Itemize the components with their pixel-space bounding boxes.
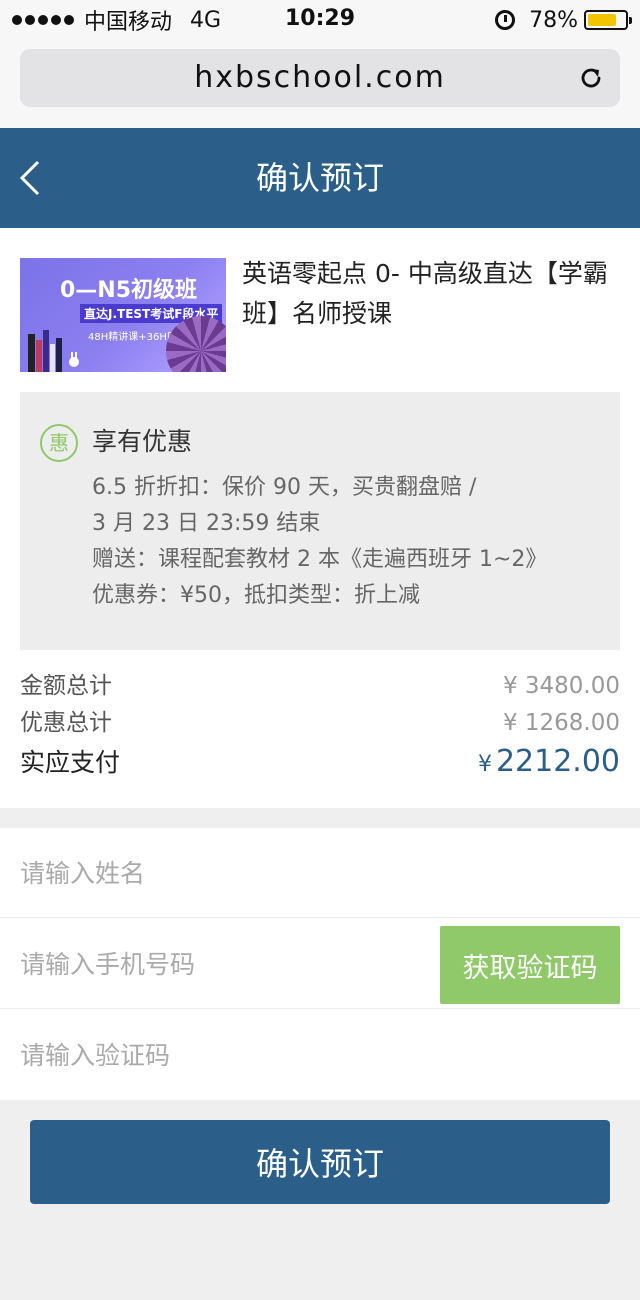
phone-field-row: 获取验证码 xyxy=(0,919,640,1009)
amount-due-value: ¥2212.00 xyxy=(478,744,620,779)
promotion-line: 优惠券：¥50，抵扣类型：折上减 xyxy=(92,583,420,608)
thumb-title: 0—N5初级班 xyxy=(60,278,198,303)
books-illustration xyxy=(28,330,79,372)
umbrella-illustration xyxy=(166,316,226,372)
discount-total-row: 优惠总计 ¥ 1268.00 xyxy=(20,703,620,737)
battery-fill xyxy=(588,14,617,26)
discount-total-label: 优惠总计 xyxy=(20,710,112,736)
promotion-details: 6.5 折折扣：保价 90 天，买贵翻盘赔 / 3 月 23 日 23:59 结… xyxy=(92,470,612,614)
promotion-line: 6.5 折折扣：保价 90 天，买贵翻盘赔 / xyxy=(92,475,477,500)
order-summary-card: 0—N5初级班 直达J.TEST考试F段水平 48H精讲课+36H口语课 英语零… xyxy=(0,228,640,808)
total-amount-label: 金额总计 xyxy=(20,673,112,699)
page-header: 确认预订 xyxy=(0,128,640,228)
course-thumbnail[interactable]: 0—N5初级班 直达J.TEST考试F段水平 48H精讲课+36H口语课 xyxy=(20,258,226,372)
amount-due-label: 实应支付 xyxy=(20,748,121,777)
url-text[interactable]: hxbschool.com xyxy=(20,49,620,107)
amount-due-row: 实应支付 ¥2212.00 xyxy=(20,743,620,779)
promotion-line: 3 月 23 日 23:59 结束 xyxy=(92,511,321,536)
status-bar: 中国移动 4G 10:29 78% xyxy=(0,0,640,40)
booking-form: 获取验证码 xyxy=(0,828,640,1100)
promotion-box: 惠 享有优惠 6.5 折折扣：保价 90 天，买贵翻盘赔 / 3 月 23 日 … xyxy=(20,392,620,650)
discount-badge-icon: 惠 xyxy=(40,424,78,462)
alarm-icon xyxy=(495,10,516,30)
currency-symbol: ¥ xyxy=(477,752,492,777)
battery-percent: 78% xyxy=(529,7,578,33)
amount-due-number: 2212.00 xyxy=(495,744,620,779)
status-right: 78% xyxy=(495,6,632,34)
promotion-heading: 享有优惠 xyxy=(92,427,193,456)
address-bar[interactable]: hxbschool.com xyxy=(20,49,620,107)
get-verification-code-button[interactable]: 获取验证码 xyxy=(440,926,620,1004)
total-amount-value: ¥ 3480.00 xyxy=(502,673,620,699)
phone-input[interactable] xyxy=(20,941,420,987)
verification-code-input[interactable] xyxy=(20,1032,420,1078)
page-title: 确认预订 xyxy=(255,159,384,197)
reload-icon[interactable] xyxy=(578,65,604,91)
course-name[interactable]: 英语零起点 0- 中高级直达【学霸班】名师授课 xyxy=(242,254,626,334)
total-amount-row: 金额总计 ¥ 3480.00 xyxy=(20,666,620,700)
name-input[interactable] xyxy=(20,850,420,896)
code-field-row xyxy=(0,1010,640,1100)
browser-toolbar: hxbschool.com xyxy=(0,40,640,128)
name-field-row xyxy=(0,828,640,918)
promotion-line: 赠送：课程配套教材 2 本《走遍西班牙 1~2》 xyxy=(92,547,548,572)
battery-icon xyxy=(584,10,632,30)
confirm-booking-button[interactable]: 确认预订 xyxy=(30,1120,610,1204)
discount-total-value: ¥ 1268.00 xyxy=(502,710,620,736)
